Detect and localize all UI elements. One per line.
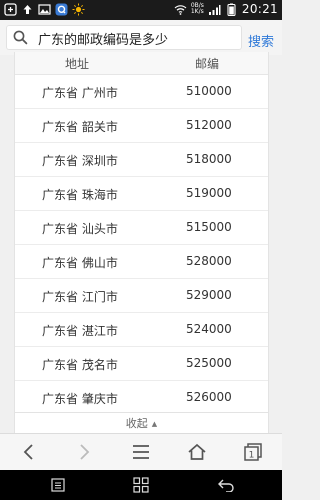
cell-address: 广东省 佛山市: [42, 256, 118, 270]
menu-square-icon: [51, 478, 65, 492]
cell-postcode: 510000: [186, 84, 232, 98]
table-header: 地址 邮编: [15, 52, 268, 75]
table-row: 广东省 肇庆市 526000: [15, 381, 268, 415]
status-bar: 0B/s 1K/s 20:21: [0, 0, 282, 20]
upload-icon: [23, 5, 32, 14]
cell-postcode: 518000: [186, 152, 232, 166]
tabs-icon: 1: [244, 443, 262, 461]
cell-postcode: 519000: [186, 186, 232, 200]
cell-address: 广东省 珠海市: [42, 188, 118, 202]
clock: 20:21: [241, 2, 278, 16]
cell-address: 广东省 深圳市: [42, 154, 118, 168]
table-row: 广东省 汕头市 515000: [15, 211, 268, 245]
forward-arrow-icon: [80, 444, 90, 460]
table-row: 广东省 珠海市 519000: [15, 177, 268, 211]
cell-address: 广东省 汕头市: [42, 222, 118, 236]
cell-postcode: 528000: [186, 254, 232, 268]
return-arrow-icon: [218, 479, 234, 492]
cell-postcode: 524000: [186, 322, 232, 336]
notification-icons: [4, 3, 85, 16]
caret-up-icon: ▲: [151, 420, 158, 428]
system-nav-bar: [0, 470, 282, 500]
collapse-label: 收起: [125, 417, 148, 430]
battery-icon: [227, 3, 236, 16]
search-box[interactable]: 广东的邮政编码是多少: [6, 25, 242, 50]
table-row: 广东省 湛江市 524000: [15, 313, 268, 347]
table-row: 广东省 佛山市 528000: [15, 245, 268, 279]
forward-button[interactable]: [71, 441, 97, 463]
tabs-button[interactable]: 1: [240, 441, 266, 463]
cell-address: 广东省 肇庆市: [42, 392, 118, 406]
tab-count: 1: [249, 451, 255, 461]
cell-postcode: 512000: [186, 118, 232, 132]
cell-address: 广东省 韶关市: [42, 120, 118, 134]
table-row: 广东省 韶关市 512000: [15, 109, 268, 143]
image-icon: [38, 4, 51, 15]
grid-icon: [133, 477, 149, 493]
search-icon: [13, 30, 28, 45]
cell-postcode: 529000: [186, 288, 232, 302]
back-button[interactable]: [16, 441, 42, 463]
table-body: 广东省 广州市 510000 广东省 韶关市 512000 广东省 深圳市 51800…: [15, 75, 268, 415]
table-row: 广东省 广州市 510000: [15, 75, 268, 109]
cell-address: 广东省 茂名市: [42, 358, 118, 372]
home-icon: [188, 443, 206, 460]
table-row: 广东省 茂名市 525000: [15, 347, 268, 381]
collapse-button[interactable]: 收起 ▲: [15, 412, 268, 434]
browser-toolbar: 1: [0, 433, 282, 470]
column-header-postcode: 邮编: [195, 57, 220, 71]
plus-box-icon: [4, 3, 17, 16]
search-header: 广东的邮政编码是多少 搜索: [0, 20, 282, 55]
search-button[interactable]: 搜索: [248, 31, 274, 50]
menu-icon: [133, 445, 149, 459]
nav-home-button[interactable]: [131, 476, 151, 494]
net-speed-down: 1K/s: [190, 8, 204, 15]
cell-postcode: 515000: [186, 220, 232, 234]
column-header-address: 地址: [65, 57, 90, 71]
search-input[interactable]: 广东的邮政编码是多少: [38, 29, 168, 48]
nav-back-button[interactable]: [216, 476, 236, 494]
cell-postcode: 525000: [186, 356, 232, 370]
app-q-icon: [55, 3, 68, 16]
cell-address: 广东省 江门市: [42, 290, 118, 304]
signal-icon: [208, 4, 221, 15]
cell-address: 广东省 广州市: [42, 86, 118, 100]
table-row: 广东省 江门市 529000: [15, 279, 268, 313]
cell-postcode: 526000: [186, 390, 232, 404]
menu-button[interactable]: [128, 441, 154, 463]
nav-menu-button[interactable]: [48, 476, 68, 494]
sun-icon: [72, 3, 85, 16]
back-arrow-icon: [23, 444, 33, 460]
network-speed: 0B/s 1K/s: [191, 3, 204, 15]
table-row: 广东省 深圳市 518000: [15, 143, 268, 177]
home-button[interactable]: [184, 441, 210, 463]
system-icons: 0B/s 1K/s 20:21: [174, 2, 278, 16]
wifi-icon: [174, 4, 187, 15]
postal-code-table: 地址 邮编 广东省 广州市 510000 广东省 韶关市 512000 广东省 深圳…: [14, 52, 269, 434]
cell-address: 广东省 湛江市: [42, 324, 118, 338]
